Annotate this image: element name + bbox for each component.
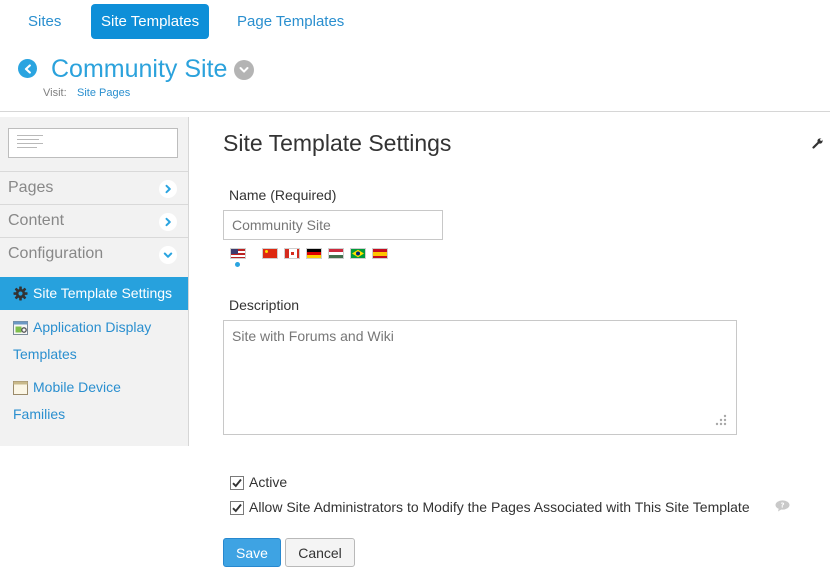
description-label: Description	[229, 297, 300, 313]
sidebar-item-mobile-device-families[interactable]: Mobile Device	[33, 379, 121, 395]
flag-es-icon[interactable]	[372, 248, 388, 259]
selected-language-indicator	[235, 262, 240, 267]
page-title: Site Template Settings	[223, 130, 452, 156]
flag-br-icon[interactable]	[350, 248, 366, 259]
description-textarea[interactable]: Site with Forums and Wiki	[223, 320, 737, 435]
resize-handle-icon[interactable]	[714, 413, 728, 430]
application-display-templates-icon	[13, 321, 28, 335]
sidebar-item-label: Site Template Settings	[33, 285, 173, 301]
sidebar-item-site-template-settings[interactable]: Site Template Settings	[0, 277, 188, 310]
site-menu-dropdown[interactable]	[234, 60, 254, 80]
flag-ca-icon[interactable]	[284, 248, 300, 259]
visit-label: Visit:	[43, 87, 67, 99]
chevron-right-icon	[159, 180, 177, 198]
sidebar: Pages Content Configuration Site Templat…	[0, 117, 189, 446]
chevron-left-icon	[24, 63, 31, 74]
svg-text:?: ?	[780, 502, 784, 510]
site-pages-link[interactable]: Site Pages	[77, 87, 130, 99]
sidebar-section-configuration[interactable]: Configuration	[0, 237, 188, 270]
sidebar-item-application-display-templates-cont[interactable]: Templates	[13, 346, 77, 362]
flag-us-icon[interactable]	[230, 248, 246, 259]
save-button[interactable]: Save	[223, 538, 281, 567]
chevron-right-icon	[159, 213, 177, 231]
cancel-button[interactable]: Cancel	[285, 538, 355, 567]
help-icon[interactable]: ?	[775, 499, 790, 512]
active-checkbox[interactable]	[230, 476, 244, 490]
top-navigation-tabs: Sites Site Templates Page Templates	[0, 0, 830, 46]
site-title: Community Site	[51, 55, 228, 83]
site-header: Community Site Visit: Site Pages	[0, 50, 830, 112]
mobile-device-families-icon	[13, 381, 28, 395]
allow-modify-checkbox[interactable]	[230, 501, 244, 515]
chevron-down-icon	[239, 67, 249, 73]
flag-de-icon[interactable]	[306, 248, 322, 259]
sidebar-section-content[interactable]: Content	[0, 204, 188, 237]
sidebar-section-pages[interactable]: Pages	[0, 171, 188, 204]
name-label: Name (Required)	[229, 187, 337, 203]
checkmark-icon	[232, 478, 242, 488]
flag-cn-icon[interactable]	[262, 248, 278, 259]
gear-icon	[13, 286, 28, 304]
tab-sites[interactable]: Sites	[18, 4, 71, 39]
sidebar-item-mobile-device-families-cont[interactable]: Families	[13, 406, 65, 422]
tab-site-templates[interactable]: Site Templates	[91, 4, 210, 39]
wrench-icon[interactable]	[812, 136, 824, 152]
back-button[interactable]	[18, 59, 37, 78]
tab-page-templates[interactable]: Page Templates	[227, 4, 354, 39]
flag-hu-icon[interactable]	[328, 248, 344, 259]
active-label: Active	[249, 474, 288, 490]
sidebar-item-application-display-templates[interactable]: Application Display	[33, 319, 151, 335]
search-placeholder-lines	[17, 135, 43, 151]
sidebar-section-label: Content	[8, 212, 65, 229]
chevron-down-icon	[159, 246, 177, 264]
sidebar-search-input[interactable]	[8, 128, 178, 158]
allow-modify-label: Allow Site Administrators to Modify the …	[249, 499, 750, 515]
name-input[interactable]	[223, 210, 443, 240]
sidebar-section-label: Configuration	[8, 245, 104, 262]
checkmark-icon	[232, 503, 242, 513]
sidebar-section-label: Pages	[8, 179, 54, 196]
